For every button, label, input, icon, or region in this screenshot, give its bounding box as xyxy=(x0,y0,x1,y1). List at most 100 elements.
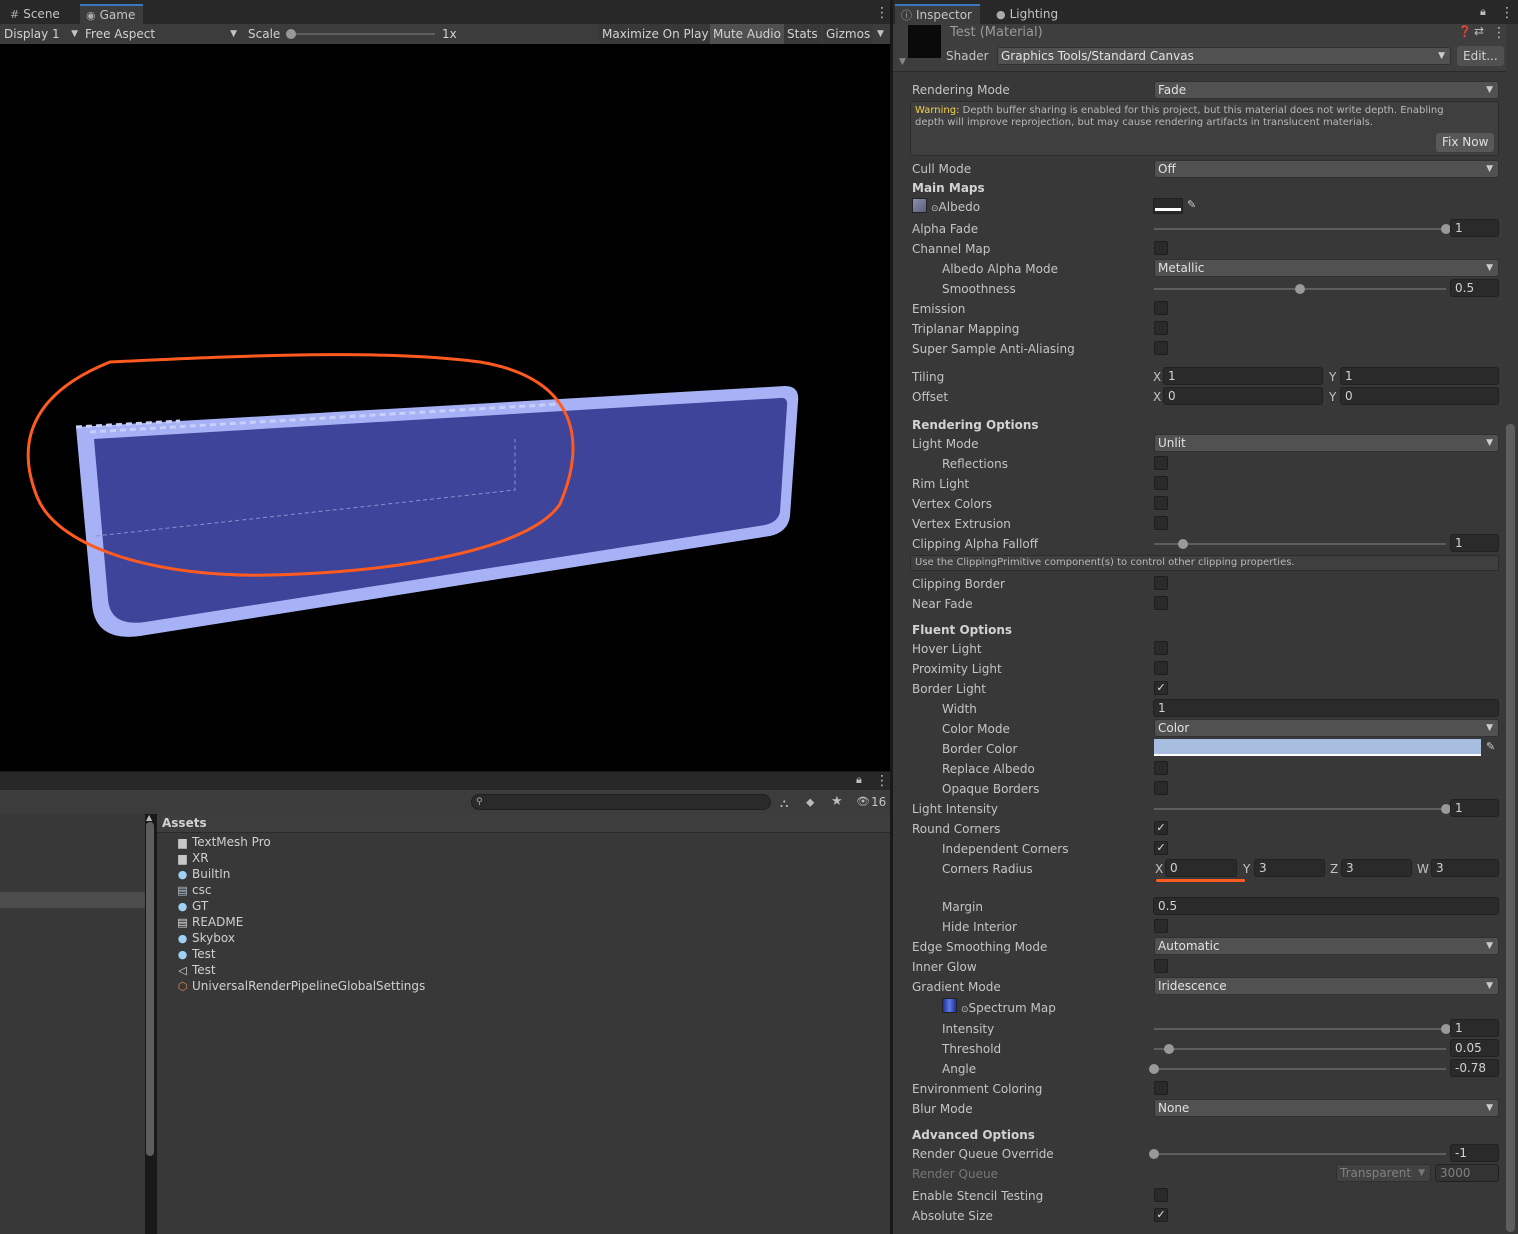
light-intensity-slider[interactable] xyxy=(1154,808,1446,810)
corners-w-field[interactable]: 3 xyxy=(1431,859,1499,877)
aspect-dropdown[interactable]: Free Aspect ▼ xyxy=(85,25,239,43)
asset-item[interactable]: ● BuiltIn xyxy=(176,866,231,882)
asset-item[interactable]: ▤ README xyxy=(176,914,243,930)
collapse-triangle-icon[interactable]: ▼ xyxy=(899,57,906,67)
clipping-border-checkbox[interactable] xyxy=(1154,576,1168,590)
alpha-fade-slider[interactable] xyxy=(1154,228,1446,230)
round-corners-checkbox[interactable]: ✓ xyxy=(1154,821,1168,835)
game-more-menu-icon[interactable]: ⋮ xyxy=(875,5,889,21)
threshold-slider[interactable] xyxy=(1154,1048,1446,1050)
gradient-mode-dropdown[interactable]: Iridescence ▼ xyxy=(1154,977,1499,995)
filter-by-label-icon[interactable]: ⬥ xyxy=(806,795,814,810)
eyedropper-icon[interactable]: ✎ xyxy=(1187,198,1196,211)
render-queue-override-slider[interactable] xyxy=(1154,1153,1446,1155)
inspector-scrollbar[interactable] xyxy=(1506,424,1515,1232)
display-dropdown[interactable]: Display 1 ▼ xyxy=(4,25,80,43)
albedo-alpha-mode-dropdown[interactable]: Metallic ▼ xyxy=(1154,259,1499,277)
preset-icon[interactable]: ⇄ xyxy=(1474,24,1484,38)
channel-map-checkbox[interactable] xyxy=(1154,241,1168,255)
albedo-color-swatch[interactable] xyxy=(1153,198,1183,214)
intensity-slider[interactable] xyxy=(1154,1028,1446,1030)
margin-field[interactable]: 0.5 xyxy=(1153,897,1499,915)
clipping-alpha-falloff-field[interactable]: 1 xyxy=(1450,534,1499,552)
albedo-texture-thumbnail[interactable] xyxy=(912,198,927,213)
asset-item[interactable]: ▆ XR xyxy=(176,850,208,866)
lock-icon[interactable]: 🔒︎ xyxy=(856,773,862,787)
stats-button[interactable]: Stats xyxy=(784,24,821,44)
vertex-extrusion-checkbox[interactable] xyxy=(1154,516,1168,530)
replace-albedo-checkbox[interactable] xyxy=(1154,761,1168,775)
scale-slider-track[interactable] xyxy=(290,33,435,35)
corners-y-field[interactable]: 3 xyxy=(1254,859,1325,877)
help-icon[interactable]: ❓ xyxy=(1458,25,1472,38)
clipping-alpha-falloff-slider[interactable] xyxy=(1154,543,1446,545)
stencil-checkbox[interactable] xyxy=(1154,1188,1168,1202)
tiling-y-field[interactable]: 1 xyxy=(1340,367,1499,385)
object-picker-icon[interactable]: ⊙ xyxy=(961,1005,969,1015)
tab-inspector[interactable]: ⓘ Inspector xyxy=(895,4,980,24)
offset-y-field[interactable]: 0 xyxy=(1340,387,1499,405)
inspector-more-menu-icon[interactable]: ⋮ xyxy=(1500,5,1514,21)
corners-z-field[interactable]: 3 xyxy=(1341,859,1412,877)
scale-slider-knob[interactable] xyxy=(286,29,296,39)
asset-item[interactable]: ⬡ UniversalRenderPipelineGlobalSettings xyxy=(176,978,426,994)
angle-slider[interactable] xyxy=(1154,1068,1446,1070)
smoothness-knob[interactable] xyxy=(1295,284,1305,294)
edit-shader-button[interactable]: Edit... xyxy=(1457,46,1504,66)
asset-item[interactable]: ● Test xyxy=(176,946,216,962)
render-queue-override-field[interactable]: -1 xyxy=(1450,1144,1499,1162)
project-more-menu-icon[interactable]: ⋮ xyxy=(875,773,889,789)
asset-item[interactable]: ▆ TextMesh Pro xyxy=(176,834,270,850)
light-mode-dropdown[interactable]: Unlit ▼ xyxy=(1154,434,1499,452)
hide-interior-checkbox[interactable] xyxy=(1154,919,1168,933)
favorite-star-icon[interactable]: ★ xyxy=(831,794,843,809)
render-queue-override-knob[interactable] xyxy=(1149,1149,1159,1159)
asset-item[interactable]: ● GT xyxy=(176,898,209,914)
triplanar-checkbox[interactable] xyxy=(1154,321,1168,335)
emission-checkbox[interactable] xyxy=(1154,301,1168,315)
inner-glow-checkbox[interactable] xyxy=(1154,959,1168,973)
blur-mode-dropdown[interactable]: None ▼ xyxy=(1154,1099,1499,1117)
maximize-on-play-button[interactable]: Maximize On Play xyxy=(599,24,712,44)
border-light-checkbox[interactable]: ✓ xyxy=(1154,681,1168,695)
tree-scrollbar[interactable] xyxy=(146,822,154,1156)
offset-x-field[interactable]: 0 xyxy=(1163,387,1323,405)
color-mode-dropdown[interactable]: Color ▼ xyxy=(1154,719,1499,737)
threshold-knob[interactable] xyxy=(1163,1044,1174,1054)
hover-light-checkbox[interactable] xyxy=(1154,641,1168,655)
rendering-mode-dropdown[interactable]: Fade ▼ xyxy=(1154,81,1499,99)
project-tree-selected-row[interactable] xyxy=(0,892,145,908)
asset-item[interactable]: ◁ Test xyxy=(176,962,215,978)
light-intensity-field[interactable]: 1 xyxy=(1450,799,1499,817)
border-color-swatch[interactable] xyxy=(1154,739,1481,756)
asset-item[interactable]: ▤ csc xyxy=(176,882,211,898)
game-viewport[interactable] xyxy=(0,44,890,771)
tab-game[interactable]: ◉ Game xyxy=(80,4,144,24)
rim-light-checkbox[interactable] xyxy=(1154,476,1168,490)
filter-by-type-icon[interactable]: ⛬ xyxy=(780,796,788,811)
alpha-fade-field[interactable]: 1 xyxy=(1450,219,1499,237)
width-field[interactable]: 1 xyxy=(1153,699,1499,717)
independent-corners-checkbox[interactable]: ✓ xyxy=(1154,841,1168,855)
cull-mode-dropdown[interactable]: Off ▼ xyxy=(1154,160,1499,178)
object-picker-icon[interactable]: ⊙ xyxy=(931,204,939,214)
opaque-borders-checkbox[interactable] xyxy=(1154,781,1168,795)
edge-smoothing-dropdown[interactable]: Automatic ▼ xyxy=(1154,937,1499,955)
eyedropper-icon[interactable]: ✎ xyxy=(1486,740,1495,753)
proximity-light-checkbox[interactable] xyxy=(1154,661,1168,675)
ssaa-checkbox[interactable] xyxy=(1154,341,1168,355)
inspector-lock-icon[interactable]: 🔒︎ xyxy=(1480,5,1486,19)
near-fade-checkbox[interactable] xyxy=(1154,596,1168,610)
shader-dropdown[interactable]: Graphics Tools/Standard Canvas ▼ xyxy=(997,47,1451,65)
vertex-colors-checkbox[interactable] xyxy=(1154,496,1168,510)
asset-item[interactable]: ● Skybox xyxy=(176,930,235,946)
absolute-size-checkbox[interactable]: ✓ xyxy=(1154,1208,1168,1222)
angle-knob[interactable] xyxy=(1149,1064,1159,1074)
tab-scene[interactable]: # Scene xyxy=(4,4,68,24)
hidden-packages-icon[interactable]: 👁︎ xyxy=(856,795,870,808)
component-menu-icon[interactable]: ⋮ xyxy=(1492,25,1506,41)
fix-now-button[interactable]: Fix Now xyxy=(1436,133,1495,152)
intensity-field[interactable]: 1 xyxy=(1450,1019,1499,1037)
tiling-x-field[interactable]: 1 xyxy=(1163,367,1323,385)
angle-field[interactable]: -0.78 xyxy=(1450,1059,1499,1077)
